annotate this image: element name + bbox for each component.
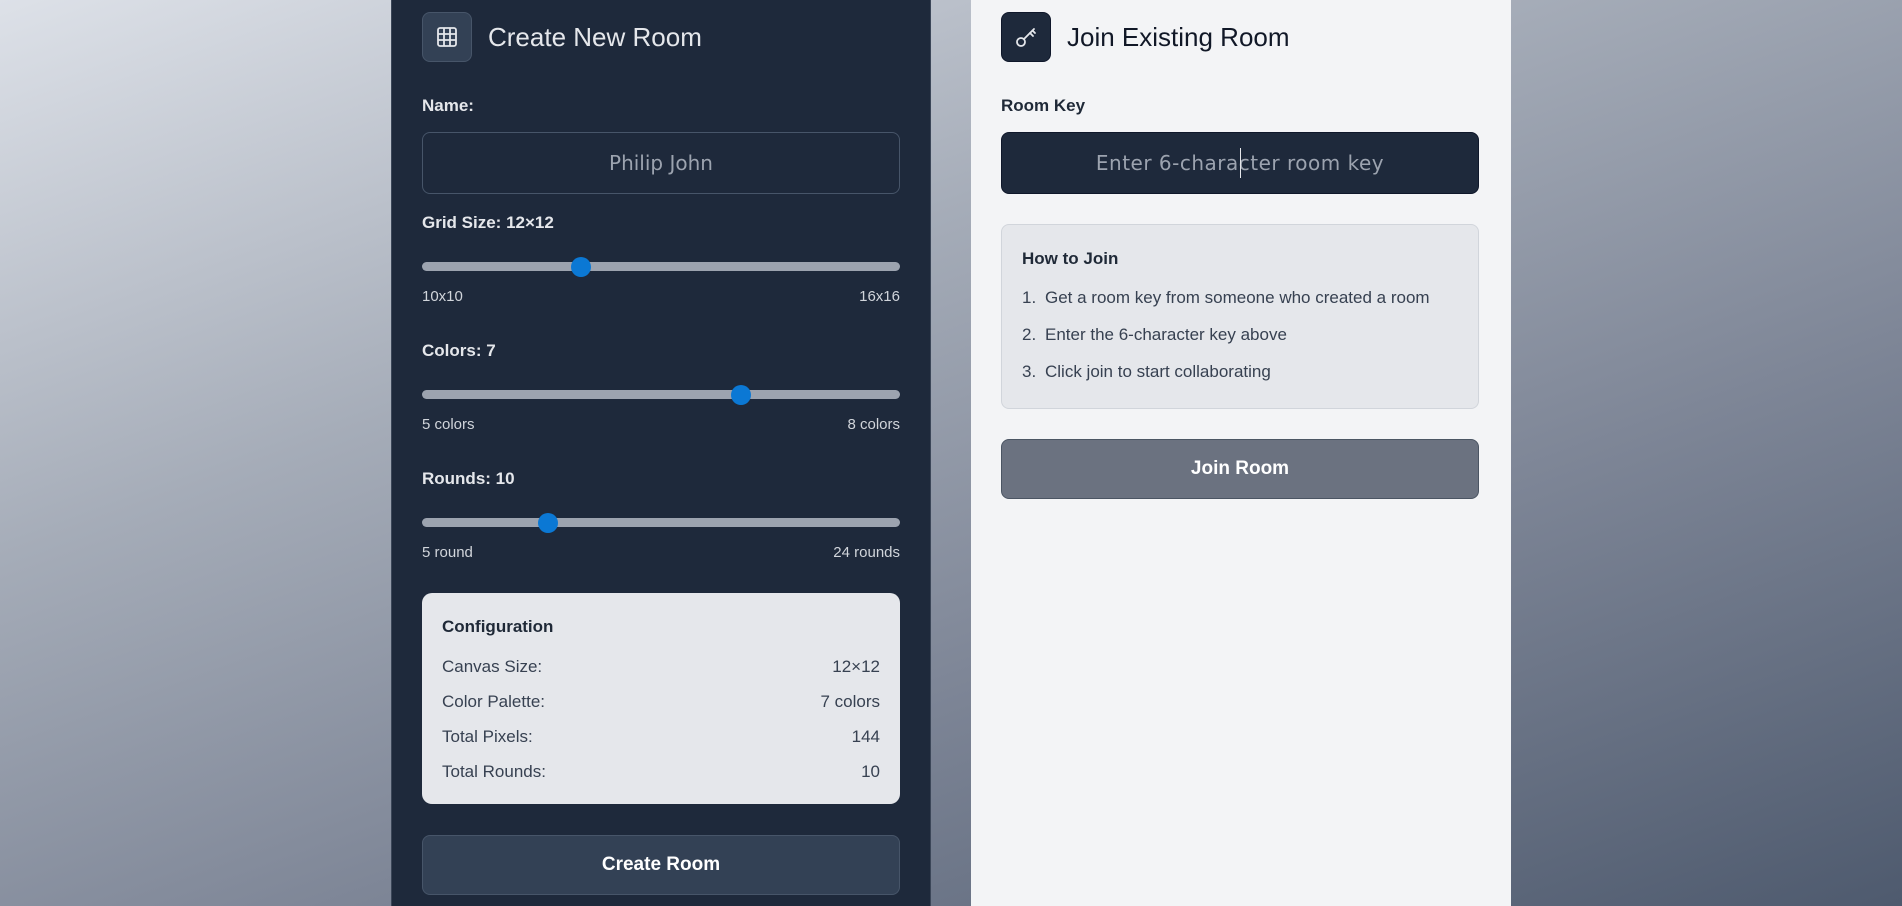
rounds-slider[interactable] [422, 510, 900, 534]
rounds-thumb[interactable] [537, 513, 558, 533]
colors-min-label: 5 colors [422, 416, 475, 433]
how-to-step: 2. Enter the 6-character key above [1022, 325, 1287, 345]
rounds-label: Rounds: 10 [422, 469, 515, 488]
grid-size-track [422, 262, 900, 271]
rounds-min-label: 5 round [422, 544, 473, 561]
config-value: 10 [861, 762, 880, 781]
how-to-join-title: How to Join [1022, 249, 1119, 268]
create-room-header: Create New Room [422, 12, 702, 62]
colors-label: Colors: 7 [422, 341, 496, 360]
config-row: Total Rounds: 10 [442, 762, 880, 782]
step-text: Click join to start collaborating [1045, 362, 1271, 381]
step-number: 3. [1022, 362, 1037, 381]
name-label: Name: [422, 96, 474, 115]
config-key: Total Rounds: [442, 762, 546, 781]
create-room-panel: Create New Room Name: Philip John Grid S… [391, 0, 931, 906]
config-row: Canvas Size: 12×12 [442, 657, 880, 677]
join-room-title: Join Existing Room [1067, 21, 1290, 52]
create-room-button[interactable]: Create Room [422, 835, 900, 895]
step-number: 2. [1022, 325, 1037, 344]
config-row: Color Palette: 7 colors [442, 692, 880, 712]
how-to-join-box: How to Join 1. Get a room key from someo… [1001, 224, 1479, 409]
room-key-label: Room Key [1001, 96, 1086, 115]
room-key-input[interactable]: Enter 6-character room key [1001, 132, 1479, 194]
config-key: Total Pixels: [442, 727, 533, 746]
config-value: 7 colors [820, 692, 880, 711]
grid-size-thumb[interactable] [571, 257, 592, 277]
colors-slider[interactable] [422, 382, 900, 406]
how-to-step: 1. Get a room key from someone who creat… [1022, 288, 1430, 308]
grid-size-slider[interactable] [422, 254, 900, 278]
config-value: 12×12 [832, 657, 880, 676]
configuration-title: Configuration [442, 617, 554, 636]
config-key: Canvas Size: [442, 657, 543, 676]
rounds-max-label: 24 rounds [833, 544, 900, 561]
step-text: Get a room key from someone who created … [1045, 288, 1430, 307]
name-input[interactable]: Philip John [422, 132, 900, 194]
how-to-step: 3. Click join to start collaborating [1022, 362, 1271, 382]
rounds-track [422, 518, 900, 527]
grid-size-min-label: 10x10 [422, 288, 463, 305]
grid-size-max-label: 16x16 [859, 288, 900, 305]
grid-size-label: Grid Size: 12×12 [422, 213, 554, 232]
config-row: Total Pixels: 144 [442, 727, 880, 747]
grid-icon [422, 12, 472, 62]
text-caret [1240, 148, 1241, 178]
config-key: Color Palette: [442, 692, 545, 711]
join-room-header: Join Existing Room [1001, 12, 1290, 62]
step-text: Enter the 6-character key above [1045, 325, 1287, 344]
config-value: 144 [851, 727, 880, 746]
create-room-title: Create New Room [488, 21, 702, 52]
colors-thumb[interactable] [730, 385, 751, 405]
colors-track [422, 390, 900, 399]
key-icon [1001, 12, 1051, 62]
configuration-summary: Configuration Canvas Size: 12×12 Color P… [422, 593, 900, 804]
step-number: 1. [1022, 288, 1037, 307]
join-room-panel: Join Existing Room Room Key Enter 6-char… [971, 0, 1511, 906]
colors-max-label: 8 colors [847, 416, 900, 433]
join-room-button[interactable]: Join Room [1001, 439, 1479, 499]
